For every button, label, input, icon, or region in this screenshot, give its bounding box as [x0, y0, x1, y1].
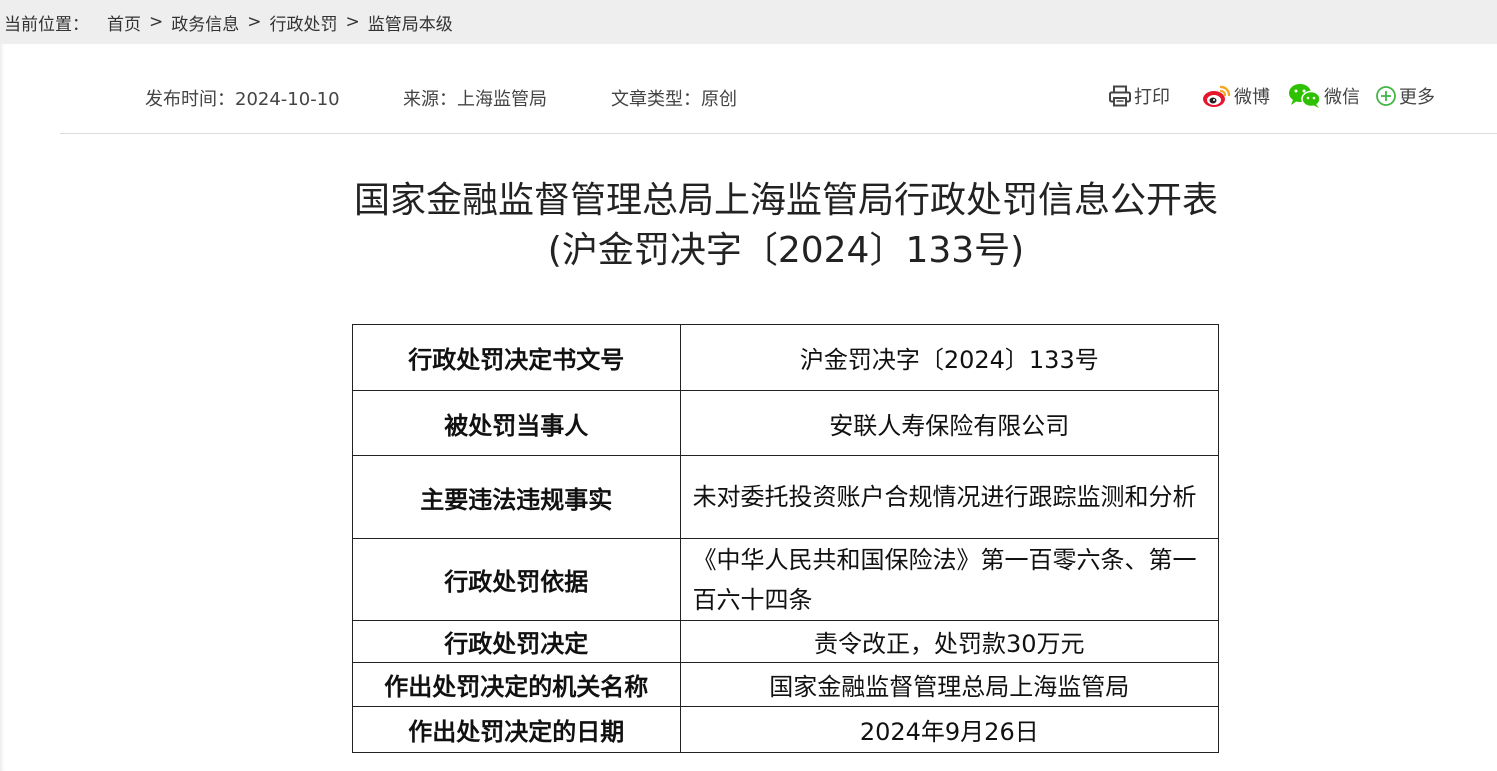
table-row: 作出处罚决定的机关名称 国家金融监督管理总局上海监管局 — [352, 662, 1220, 707]
table-row: 作出处罚决定的日期 2024年9月26日 — [352, 706, 1220, 753]
page-title-main: 国家金融监督管理总局上海监管局行政处罚信息公开表 — [353, 180, 1218, 221]
page-title-sub: (沪金罚决字〔2024〕133号) — [547, 230, 1025, 271]
more-share-button[interactable]: 更多 — [1375, 83, 1435, 109]
article-meta-bar: 发布时间：2024-10-10 来源：上海监管局 文章类型：原创 打印 微博 微… — [60, 70, 1497, 134]
weibo-label: 微博 — [1234, 87, 1270, 108]
table-value-cell: 责令改正，处罚款30万元 — [679, 620, 1220, 663]
table-value-cell: 安联人寿保险有限公司 — [679, 390, 1220, 456]
breadcrumb-bureau-link[interactable]: 监管局本级 — [368, 10, 453, 35]
plus-circle-icon — [1376, 86, 1396, 106]
breadcrumb-label: 当前位置： — [4, 14, 89, 35]
more-label: 更多 — [1399, 87, 1435, 108]
table-value-cell: 国家金融监督管理总局上海监管局 — [679, 662, 1220, 707]
table-value-cell: 2024年9月26日 — [679, 706, 1220, 753]
print-button[interactable]: 打印 — [1108, 83, 1170, 109]
table-label-cell: 被处罚当事人 — [352, 390, 681, 456]
table-label-cell: 主要违法违规事实 — [352, 455, 681, 539]
wechat-share-button[interactable]: 微信 — [1288, 83, 1360, 109]
wechat-icon — [1289, 84, 1321, 108]
weibo-icon — [1203, 85, 1231, 107]
breadcrumb-penalty-link[interactable]: 行政处罚 — [270, 10, 338, 35]
article-type: 文章类型：原创 — [611, 89, 737, 110]
print-label: 打印 — [1134, 87, 1170, 108]
penalty-info-table: 行政处罚决定书文号 沪金罚决字〔2024〕133号 被处罚当事人 安联人寿保险有… — [352, 324, 1220, 753]
table-row: 行政处罚决定书文号 沪金罚决字〔2024〕133号 — [352, 324, 1220, 391]
table-label-cell: 作出处罚决定的机关名称 — [352, 662, 681, 707]
page-title: 国家金融监督管理总局上海监管局行政处罚信息公开表 (沪金罚决字〔2024〕133… — [0, 176, 1497, 276]
wechat-label: 微信 — [1324, 87, 1360, 108]
breadcrumb-home-link[interactable]: 首页 — [107, 10, 141, 35]
publish-date: 发布时间：2024-10-10 — [145, 89, 340, 110]
printer-icon — [1109, 85, 1131, 107]
breadcrumb-separator: > — [345, 12, 360, 32]
breadcrumb: 当前位置： 首页 > 政务信息 > 行政处罚 > 监管局本级 — [0, 0, 1497, 44]
table-value-cell: 未对委托投资账户合规情况进行跟踪监测和分析 — [679, 455, 1220, 539]
breadcrumb-gov-info-link[interactable]: 政务信息 — [171, 10, 239, 35]
table-label-cell: 行政处罚决定 — [352, 620, 681, 663]
table-value-cell: 沪金罚决字〔2024〕133号 — [679, 324, 1220, 391]
breadcrumb-separator: > — [149, 12, 164, 32]
table-row: 行政处罚决定 责令改正，处罚款30万元 — [352, 620, 1220, 663]
table-row: 被处罚当事人 安联人寿保险有限公司 — [352, 390, 1220, 456]
breadcrumb-separator: > — [247, 12, 262, 32]
table-label-cell: 行政处罚依据 — [352, 538, 681, 621]
article-source: 来源：上海监管局 — [403, 89, 547, 110]
table-value-cell: 《中华人民共和国保险法》第一百零六条、第一百六十四条 — [679, 538, 1220, 621]
table-label-cell: 作出处罚决定的日期 — [352, 706, 681, 753]
table-label-cell: 行政处罚决定书文号 — [352, 324, 681, 391]
weibo-share-button[interactable]: 微博 — [1202, 83, 1270, 109]
table-row: 主要违法违规事实 未对委托投资账户合规情况进行跟踪监测和分析 — [352, 455, 1220, 539]
table-row: 行政处罚依据 《中华人民共和国保险法》第一百零六条、第一百六十四条 — [352, 538, 1220, 621]
